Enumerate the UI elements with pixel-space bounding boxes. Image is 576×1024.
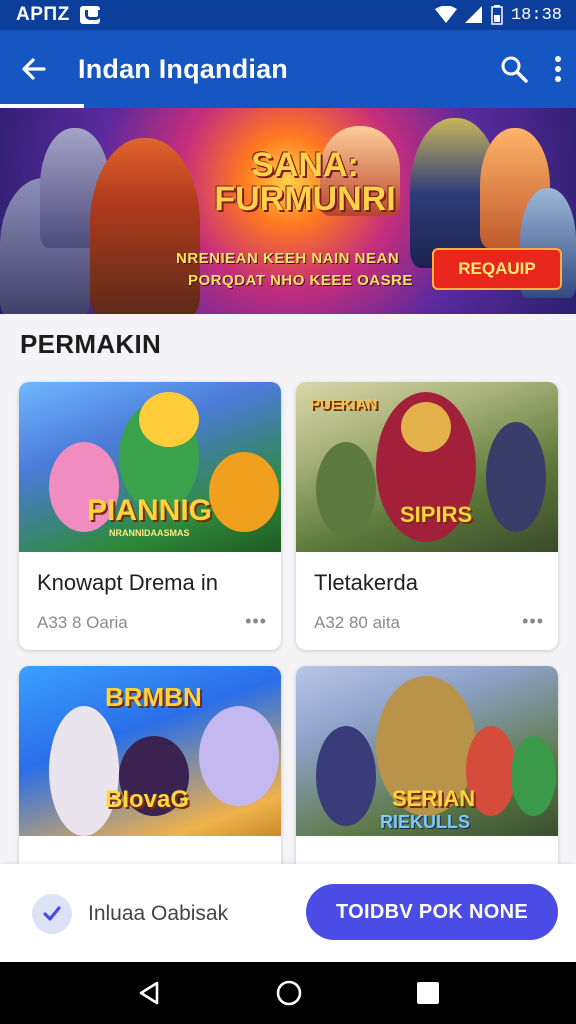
- thumb-title: BRMBN: [105, 682, 202, 712]
- more-vert-icon[interactable]: [554, 55, 562, 83]
- app-title: Indan Inqandian: [78, 53, 288, 84]
- back-arrow-icon[interactable]: [20, 55, 48, 83]
- game-thumbnail: SERIAN RIEKULLS: [296, 666, 558, 836]
- thumb-title: SERIAN: [392, 786, 476, 811]
- thumb-character: [139, 392, 199, 447]
- banner-subtitle-1: NRENIEAN KEEH NAIN NEAN: [176, 250, 400, 267]
- wifi-icon: [434, 6, 457, 23]
- check-icon: [43, 906, 61, 921]
- banner-character-hero: [90, 138, 200, 314]
- app-actions: [500, 55, 562, 83]
- thumb-subtitle: BIovaG: [105, 786, 190, 813]
- status-carrier-text: APΠZ: [16, 4, 70, 25]
- nav-recents-icon[interactable]: [416, 981, 440, 1005]
- thumb-character: [401, 402, 451, 452]
- game-card[interactable]: SIPIRS PUEKIAN Tletakerda A32 80 aita ••…: [296, 382, 558, 650]
- notification-icon: [79, 6, 101, 24]
- card-meta: A32 80 aita: [314, 613, 401, 632]
- thumb-title: SIPIRS: [400, 502, 473, 527]
- app-screen: APΠZ 18:38 Indan Inqandian SANA: FURMUNR…: [0, 0, 576, 1024]
- nav-home-icon[interactable]: [275, 979, 303, 1007]
- app-bar: Indan Inqandian: [0, 30, 576, 108]
- game-thumbnail: PIANNIG NRANNIDAASMAS: [19, 382, 281, 552]
- game-thumbnail: SIPIRS PUEKIAN: [296, 382, 558, 552]
- thumb-subtitle: PUEKIAN: [310, 396, 378, 413]
- game-card[interactable]: SERIAN RIEKULLS: [296, 666, 558, 876]
- thumb-character: [199, 706, 279, 806]
- status-clock: 18:38: [510, 5, 562, 25]
- game-card[interactable]: PIANNIG NRANNIDAASMAS Knowapt Drema in A…: [19, 382, 281, 650]
- primary-action-button[interactable]: TOIDBV POK NONE: [306, 884, 558, 940]
- search-icon[interactable]: [500, 55, 528, 83]
- status-left: APΠZ: [16, 4, 101, 26]
- game-thumbnail: BRMBN BIovaG: [19, 666, 281, 836]
- action-label: Inluaa Oabisak: [88, 902, 229, 925]
- card-meta: A33 8 Oaria: [37, 613, 128, 632]
- thumb-subtitle: RIEKULLS: [380, 812, 470, 832]
- status-right: 18:38: [434, 5, 562, 25]
- signal-icon: [464, 6, 482, 23]
- thumb-character: [316, 442, 376, 537]
- more-icon[interactable]: •••: [522, 611, 544, 632]
- banner-cta-button[interactable]: REQAUIP: [432, 248, 562, 290]
- thumb-character: [511, 736, 556, 816]
- thumb-character: [316, 726, 376, 826]
- section-title: PERMAKIN: [20, 329, 162, 359]
- nav-back-icon[interactable]: [136, 980, 162, 1006]
- banner-title: SANA: FURMUNRI: [214, 146, 396, 218]
- status-bar: APΠZ 18:38: [0, 0, 576, 30]
- promo-banner[interactable]: SANA: FURMUNRI NRENIEAN KEEH NAIN NEAN P…: [0, 108, 576, 314]
- card-title: Tletakerda: [314, 570, 418, 595]
- game-card[interactable]: BRMBN BIovaG: [19, 666, 281, 876]
- thumb-character: [49, 706, 119, 836]
- thumb-character: [209, 452, 279, 532]
- selection-checkbox[interactable]: [32, 894, 72, 934]
- thumb-title: PIANNIG: [87, 494, 213, 527]
- battery-icon: [491, 5, 503, 25]
- banner-subtitle-2: PORQDAT NHO KEEE OASRE: [188, 272, 413, 289]
- card-title: Knowapt Drema in: [37, 570, 218, 595]
- system-nav-bar: [0, 962, 576, 1024]
- more-icon[interactable]: •••: [245, 611, 267, 632]
- thumb-character: [486, 422, 546, 532]
- thumb-subtitle: NRANNIDAASMAS: [109, 528, 190, 538]
